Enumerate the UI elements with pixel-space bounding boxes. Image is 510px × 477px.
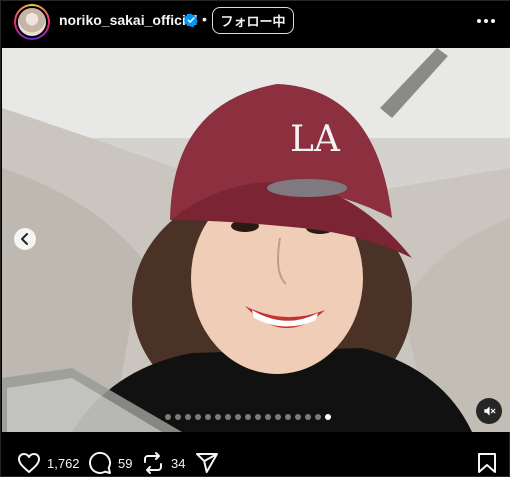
carousel-dot <box>305 414 311 420</box>
share-icon <box>196 453 218 473</box>
repost-count: 34 <box>171 455 186 471</box>
carousel-indicator <box>165 414 331 420</box>
chevron-left-icon <box>21 233 28 245</box>
username-link[interactable]: noriko_sakai_official <box>59 12 198 28</box>
repost-button[interactable]: 34 <box>141 450 185 476</box>
carousel-dot <box>175 414 181 420</box>
carousel-dot <box>285 414 291 420</box>
header-separator: • <box>202 11 207 27</box>
carousel-dot <box>165 414 171 420</box>
carousel-dot <box>215 414 221 420</box>
save-button[interactable] <box>475 450 499 476</box>
comment-button[interactable]: 59 <box>88 450 132 476</box>
post-actions-bar: 1,762 59 34 <box>1 432 510 477</box>
post-photo: LA <box>2 48 510 432</box>
carousel-dot <box>265 414 271 420</box>
carousel-dot <box>275 414 281 420</box>
carousel-dot <box>325 414 331 420</box>
verified-badge-icon <box>184 13 198 27</box>
mute-toggle-button[interactable] <box>476 398 502 424</box>
carousel-dot <box>235 414 241 420</box>
more-options-icon[interactable] <box>474 11 498 31</box>
carousel-dot <box>315 414 321 420</box>
cap-logo: LA <box>290 119 341 160</box>
avatar-image <box>16 6 48 38</box>
comment-count: 59 <box>118 455 133 471</box>
post-frame: noriko_sakai_official • フォロー中 LA 1,762 5… <box>0 0 510 477</box>
profile-avatar[interactable] <box>14 4 50 40</box>
muted-speaker-icon <box>484 406 496 416</box>
bookmark-icon <box>478 453 496 473</box>
carousel-dot <box>195 414 201 420</box>
comment-icon <box>89 451 112 474</box>
carousel-dot <box>205 414 211 420</box>
share-button[interactable] <box>195 450 219 476</box>
post-header: noriko_sakai_official • フォロー中 <box>1 1 510 47</box>
carousel-dot <box>255 414 261 420</box>
carousel-dot <box>225 414 231 420</box>
like-button[interactable]: 1,762 <box>17 450 80 476</box>
carousel-dot <box>185 414 191 420</box>
following-button[interactable]: フォロー中 <box>212 7 294 34</box>
repost-icon <box>144 452 162 474</box>
heart-icon <box>18 453 40 473</box>
like-count[interactable]: 1,762 <box>47 456 80 471</box>
post-media[interactable]: LA <box>2 48 510 432</box>
carousel-prev-button[interactable] <box>14 228 36 250</box>
carousel-dot <box>295 414 301 420</box>
carousel-dot <box>245 414 251 420</box>
